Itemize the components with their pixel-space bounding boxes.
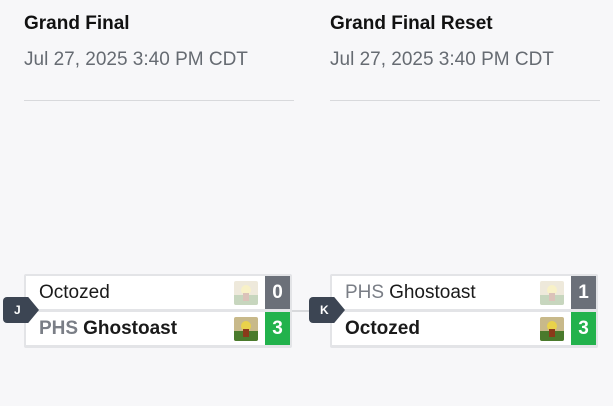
player-name: PHS Ghostoast [345,276,476,309]
match-card[interactable]: PHS Ghostoast 1 Octozed 3 [330,274,598,348]
round-divider [330,100,600,101]
round-date: Jul 27, 2025 3:40 PM CDT [330,49,554,70]
player-name-text: Octozed [39,282,110,303]
player-tag: PHS [345,282,385,303]
player-avatar-icon [540,317,564,341]
score-badge: 1 [571,276,596,309]
match-slot-bottom[interactable]: Octozed 3 [332,312,596,345]
score-badge: 3 [571,312,596,345]
round-title: Grand Final [24,13,130,34]
match-slot-top[interactable]: Octozed 0 [26,276,290,309]
player-name-text: Ghostoast [389,282,476,303]
round-divider [24,100,294,101]
match-slot-bottom[interactable]: PHS Ghostoast 3 [26,312,290,345]
player-avatar-icon [234,317,258,341]
player-avatar-icon [540,281,564,305]
player-name: Octozed [39,276,110,309]
match-slot-top[interactable]: PHS Ghostoast 1 [332,276,596,309]
round-date: Jul 27, 2025 3:40 PM CDT [24,49,248,70]
player-name-text: Ghostoast [83,318,178,339]
player-name: PHS Ghostoast [39,312,177,345]
round-title: Grand Final Reset [330,13,493,34]
match-card[interactable]: Octozed 0 PHS Ghostoast 3 [24,274,292,348]
score-badge: 0 [265,276,290,309]
player-avatar-icon [234,281,258,305]
round-grand-final-reset: Grand Final Reset Jul 27, 2025 3:40 PM C… [330,0,600,406]
round-grand-final: Grand Final Jul 27, 2025 3:40 PM CDT Oct… [24,0,294,406]
player-name: Octozed [345,312,420,345]
score-badge: 3 [265,312,290,345]
player-name-text: Octozed [345,318,420,339]
player-tag: PHS [39,318,79,339]
